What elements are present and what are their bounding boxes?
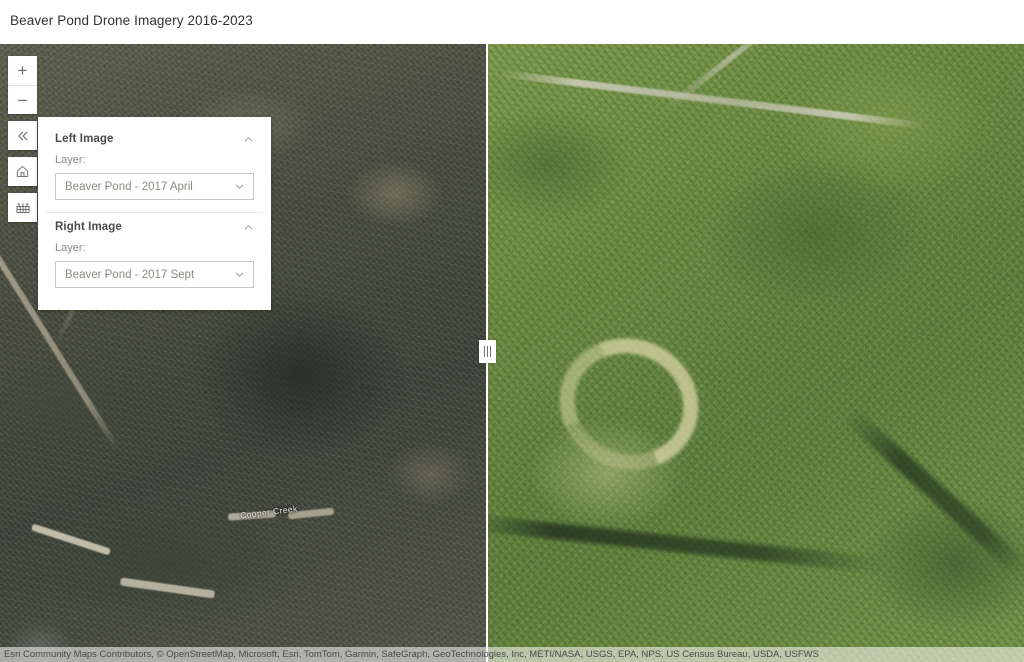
right-layer-select[interactable]: Beaver Pond - 2017 Sept [55,261,254,288]
zoom-out-button[interactable]: − [8,85,37,114]
map-pane-right[interactable] [487,44,1024,662]
grip-bar-icon [490,346,491,357]
swipe-layer-panel: Left Image Layer: Beaver Pond - 2017 Apr… [38,117,271,310]
home-icon [15,164,30,179]
swipe-tool-button[interactable] [8,193,37,222]
left-layer-select[interactable]: Beaver Pond - 2017 April [55,173,254,200]
double-chevron-left-icon [16,129,30,143]
chevron-down-icon [234,181,245,192]
chevron-up-icon[interactable] [243,222,254,233]
right-image-section: Right Image Layer: Beaver Pond - 2017 Se… [46,212,263,300]
minus-icon: − [17,90,28,110]
chevron-down-icon [234,269,245,280]
left-image-section: Left Image Layer: Beaver Pond - 2017 Apr… [46,125,263,212]
swipe-handle[interactable] [479,340,496,363]
left-layer-field-label: Layer: [55,154,86,166]
app-header: Beaver Pond Drone Imagery 2016-2023 [0,0,1024,44]
chevron-up-icon[interactable] [243,134,254,145]
right-layer-field-label: Layer: [55,242,86,254]
right-image-title: Right Image [55,221,122,233]
grip-bar-icon [487,346,488,357]
right-image-section-header[interactable]: Right Image [55,221,254,233]
swipe-tool-icon [15,200,31,216]
left-image-section-header[interactable]: Left Image [55,133,254,145]
page-title: Beaver Pond Drone Imagery 2016-2023 [10,13,253,28]
plus-icon: + [17,61,28,80]
left-image-title: Left Image [55,133,114,145]
zoom-control-group: + − [8,56,37,114]
app-root: Beaver Pond Drone Imagery 2016-2023 Coop… [0,0,1024,662]
right-imagery-layer [487,44,1024,662]
map-toolbar: + − [8,56,37,222]
zoom-in-button[interactable]: + [8,56,37,85]
map-attribution[interactable]: Esri Community Maps Contributors, © Open… [0,647,1024,662]
home-button[interactable] [8,157,37,186]
right-layer-selected-value: Beaver Pond - 2017 Sept [65,268,195,281]
grip-bar-icon [484,346,485,357]
collapse-panel-button[interactable] [8,121,37,150]
left-layer-selected-value: Beaver Pond - 2017 April [65,180,193,193]
